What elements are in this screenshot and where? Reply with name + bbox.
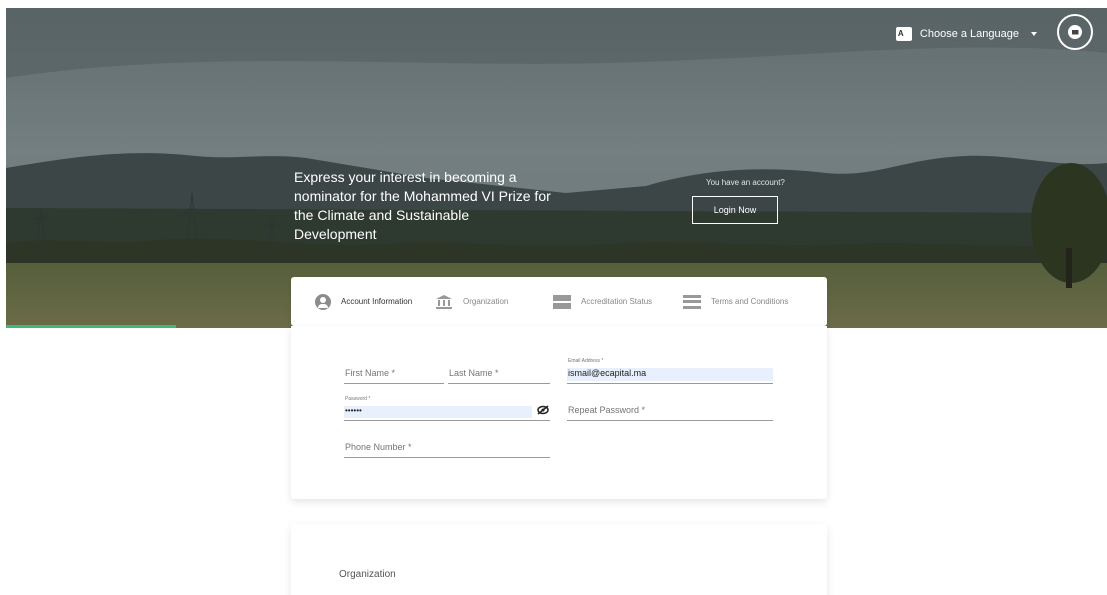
step-label: Organization xyxy=(463,297,509,306)
language-selector[interactable]: A Choose a Language xyxy=(895,27,1037,41)
menu-icon xyxy=(683,294,701,309)
step-terms-and-conditions[interactable]: Terms and Conditions xyxy=(683,294,789,309)
hero-progress-bar xyxy=(6,325,176,328)
email-label: Email Address * xyxy=(568,358,604,364)
translate-icon: A xyxy=(895,27,912,41)
password-field[interactable]: Password * •••••• xyxy=(344,393,550,421)
language-label: Choose a Language xyxy=(919,28,1019,40)
phone-number-field[interactable]: Phone Number * xyxy=(344,438,550,458)
server-icon xyxy=(553,294,571,309)
step-label: Terms and Conditions xyxy=(711,297,789,306)
password-label: Password * xyxy=(345,396,371,402)
step-accreditation-status[interactable]: Accreditation Status xyxy=(553,294,683,309)
step-label: Accreditation Status xyxy=(581,297,653,306)
first-name-field[interactable]: First Name * xyxy=(344,364,444,384)
user-circle-icon xyxy=(315,293,331,310)
visibility-off-icon[interactable] xyxy=(537,405,549,415)
account-prompt: You have an account? xyxy=(706,178,785,187)
hero-headline: Express your interest in becoming a nomi… xyxy=(294,169,551,242)
first-name-label: First Name * xyxy=(345,368,396,378)
stepper: Account Information Organization Accredi… xyxy=(291,277,827,326)
organization-title: Organization xyxy=(339,569,396,580)
step-label: Account Information xyxy=(341,297,413,306)
page: A Choose a Language Express your interes… xyxy=(0,0,1107,595)
email-field[interactable]: Email Address * ismail@ecapital.ma xyxy=(567,354,773,384)
mail-icon xyxy=(1068,25,1082,39)
last-name-field[interactable]: Last Name * xyxy=(448,364,550,384)
step-organization[interactable]: Organization xyxy=(435,294,553,310)
account-form: First Name * Last Name * Email Address *… xyxy=(291,326,827,499)
bank-icon xyxy=(436,294,452,309)
organization-section: Organization xyxy=(291,524,827,595)
contact-button[interactable] xyxy=(1057,14,1093,50)
repeat-password-label: Repeat Password * xyxy=(568,405,646,415)
email-input[interactable]: ismail@ecapital.ma xyxy=(567,368,773,381)
phone-number-label: Phone Number * xyxy=(345,442,412,452)
repeat-password-field[interactable]: Repeat Password * xyxy=(567,401,773,421)
login-button[interactable]: Login Now xyxy=(692,196,778,224)
last-name-label: Last Name * xyxy=(449,368,499,378)
chevron-down-icon xyxy=(1031,32,1037,36)
step-account-information[interactable]: Account Information xyxy=(315,293,435,310)
password-input[interactable]: •••••• xyxy=(344,406,532,418)
